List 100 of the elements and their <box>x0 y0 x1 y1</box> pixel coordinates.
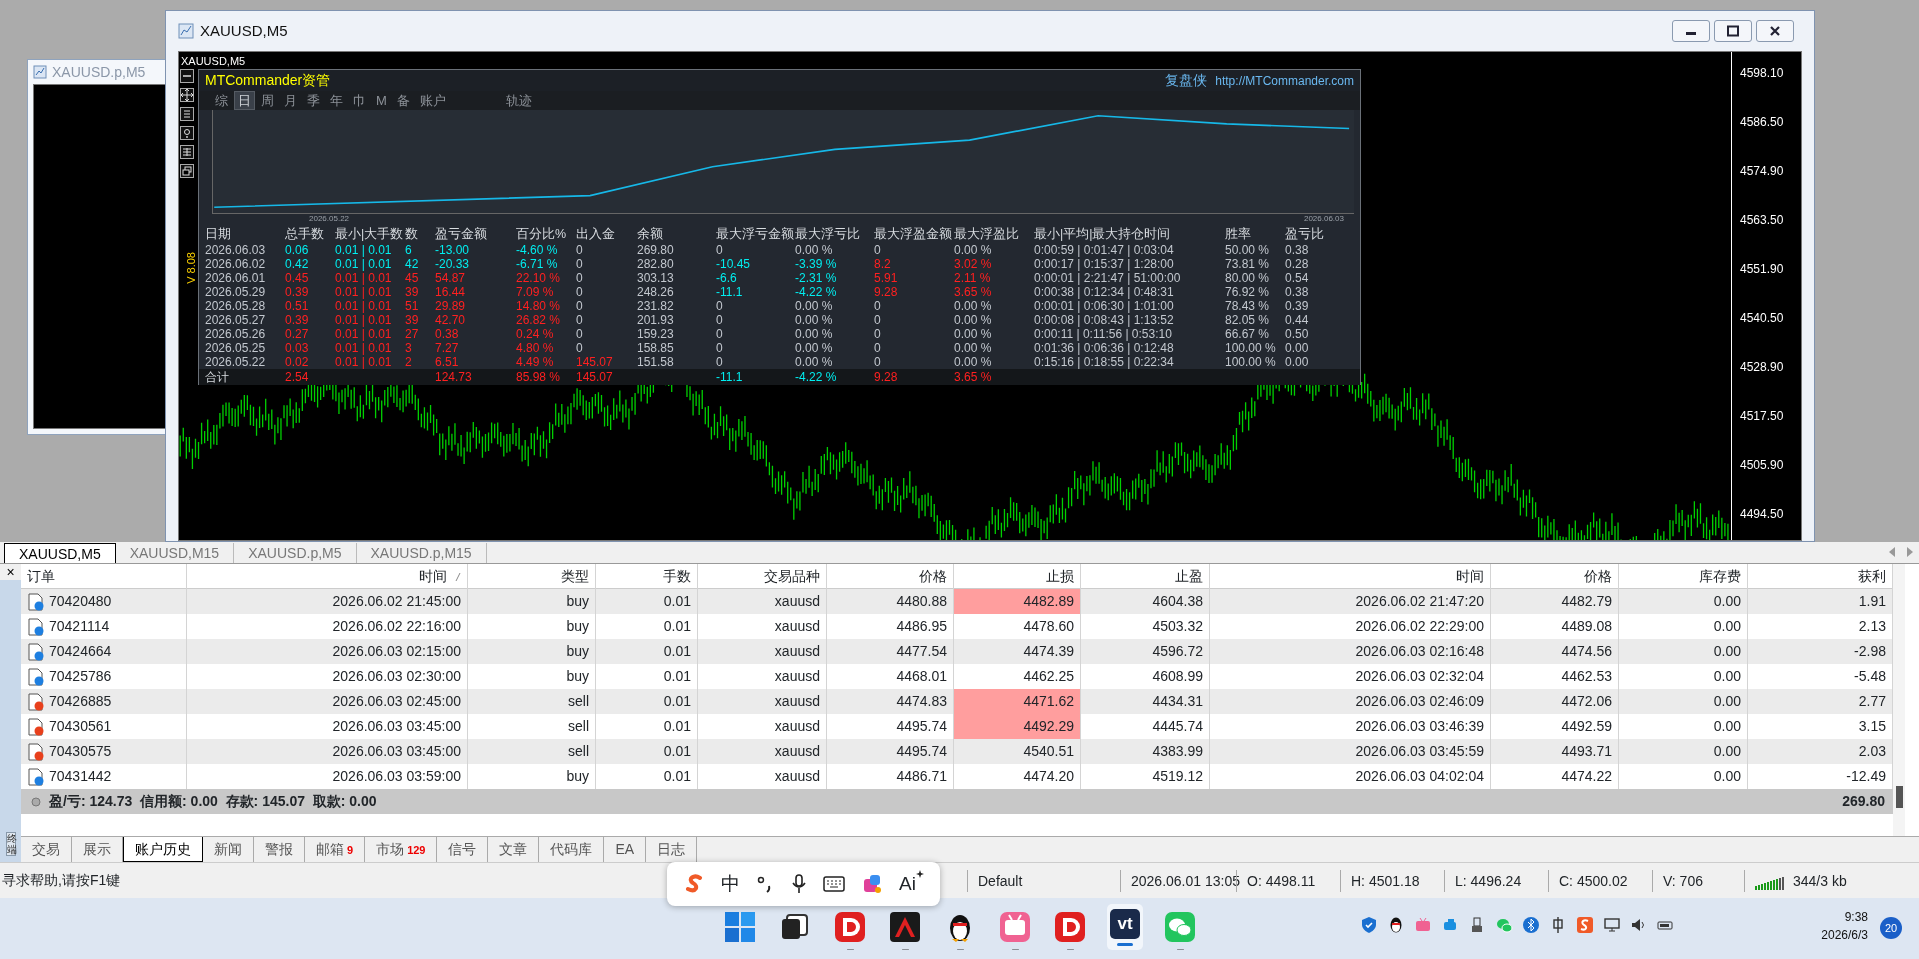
close-icon <box>1768 25 1782 37</box>
period-tab[interactable]: 备 <box>392 91 414 110</box>
table-cell-text: 4.49 % <box>516 355 555 369</box>
scroll-right-icon <box>1907 547 1913 557</box>
column-header[interactable]: 时间 <box>419 564 447 589</box>
table-cell: 4471.62 <box>954 689 1081 714</box>
microphone-icon <box>790 873 807 895</box>
table-cell-text: 0.00 % <box>795 341 834 355</box>
app-icon <box>1052 909 1088 945</box>
sogou-icon <box>1576 916 1594 934</box>
table-cell-text: 22.10 % <box>516 271 562 285</box>
table-cell-text: 6.51 <box>435 355 460 369</box>
period-tab[interactable]: 账户 <box>415 91 450 110</box>
table-cell-text: 303.13 <box>637 271 675 285</box>
table-cell-text: 0.00 <box>1285 355 1310 369</box>
table-cell-text: 0 <box>874 243 882 257</box>
price-label: 4494.50 <box>1739 507 1785 521</box>
table-cell-text: 124.73 <box>435 369 473 385</box>
taskbar-button[interactable]: vt <box>1107 904 1143 950</box>
period-tab[interactable]: 日 <box>234 91 255 110</box>
notification-badge[interactable]: 20 <box>1880 917 1902 939</box>
period-tab[interactable]: 巾 <box>349 91 370 110</box>
table-cell-text: 0 <box>874 327 882 341</box>
chart-tab[interactable]: XAUUSD,M5 <box>4 543 116 563</box>
close-price: C: 4500.02 <box>1548 869 1652 892</box>
table-row[interactable]: 70420480 2026.06.02 21:45:00 buy 0.01 xauusd 4480.88 4482.89 4604.38 2026.06.02 21:47:20 4482.79 0.00 1.91 <box>21 589 1893 614</box>
table-cell-text: 0 <box>716 327 724 341</box>
table-row[interactable]: 70424664 2026.06.03 02:15:00 buy 0.01 xauusd 4477.54 4474.39 4596.72 2026.06.03 02:16:48 4474.56 0.00 -2.98 <box>21 639 1893 664</box>
terminal-tab[interactable]: 账户历史 <box>123 837 203 862</box>
table-cell-text: 0 <box>716 341 724 355</box>
list-icon <box>180 107 194 121</box>
table-cell-text: 201.93 <box>637 313 675 327</box>
chat-icon <box>1495 916 1513 934</box>
ai-button[interactable]: Ai <box>899 869 916 899</box>
column-header: 出入金 <box>576 226 616 243</box>
chart-tab[interactable]: XAUUSD.p,M5 <box>234 543 357 563</box>
table-cell-text: 76.92 % <box>1225 285 1271 299</box>
period-tab[interactable]: 周 <box>257 91 278 110</box>
table-cell-text: 39 <box>405 285 420 299</box>
table-cell-text: -6.71 % <box>516 257 559 271</box>
table-row[interactable]: 70426885 2026.06.03 02:45:00 sell 0.01 xauusd 4474.83 4471.62 4434.31 2026.06.03 02:46:09 4472.06 0.00 2.77 <box>21 689 1893 714</box>
maximize-button[interactable] <box>1714 20 1752 42</box>
chart-icon <box>178 23 194 39</box>
move-icon <box>180 88 194 102</box>
table-cell-text: 27 <box>405 327 420 341</box>
period-tab[interactable]: 季 <box>303 91 324 110</box>
table-cell-text: 6 <box>405 243 413 257</box>
table-cell-text: 3 <box>405 341 413 355</box>
order-number: 70420480 <box>49 592 112 611</box>
table-cell-text: 2026.06.01 <box>205 271 267 285</box>
trail-tab[interactable]: 轨迹 <box>501 91 536 110</box>
chart-tab[interactable]: XAUUSD,M15 <box>115 543 235 563</box>
table-row[interactable]: 70430575 2026.06.03 03:45:00 sell 0.01 xauusd 4495.74 4540.51 4383.99 2026.06.03 03:45:59 4493.71 0.00 2.03 <box>21 739 1893 764</box>
table-cell-text: 85.98 % <box>516 369 562 385</box>
table-cell-text: 0.01 | 0.01 <box>335 313 393 327</box>
close-button[interactable] <box>1756 20 1794 42</box>
order-number: 70426885 <box>49 692 112 711</box>
period-tab[interactable]: 综 <box>211 91 232 110</box>
table-cell-text: 0.06 <box>285 243 310 257</box>
table-cell-text: 0 <box>576 243 584 257</box>
table-cell-text: 9.28 <box>874 369 899 385</box>
profile-name: Default <box>967 869 1120 892</box>
table-cell-text: 269.80 <box>637 243 675 257</box>
period-tab[interactable]: 月 <box>280 91 301 110</box>
running-indicator <box>901 949 909 950</box>
table-cell-text: 82.05 % <box>1225 313 1271 327</box>
table-cell-text: 0.44 <box>1285 313 1310 327</box>
website-link[interactable]: http://MTCommander.com <box>1215 71 1354 90</box>
panel-title: MTCommander资管 <box>205 71 332 90</box>
table-cell-text: 0.51 <box>285 299 310 313</box>
table-cell-text: 0 <box>874 299 882 313</box>
table-cell-text: 0:00:17 | 0:15:37 | 1:28:00 <box>1034 257 1175 271</box>
table-cell-text: 2026.05.26 <box>205 327 267 341</box>
input-mode[interactable]: 中 <box>721 869 741 899</box>
table-cell-text: -6.6 <box>716 271 738 285</box>
table-cell-text: 9.28 <box>874 285 899 299</box>
price-label: 4586.50 <box>1739 115 1785 129</box>
table-cell-text: 0.28 <box>1285 257 1310 271</box>
table-cell: 4492.29 <box>954 714 1081 739</box>
period-tab[interactable]: 年 <box>326 91 347 110</box>
table-cell-text: 26.82 % <box>516 313 562 327</box>
column-header: 最大浮亏金额 <box>716 226 795 243</box>
running-indicator <box>846 949 854 950</box>
close-button[interactable]: × <box>0 564 21 580</box>
minimize-button[interactable] <box>1672 20 1710 42</box>
table-cell-text: 0.45 <box>285 271 310 285</box>
running-indicator <box>1066 949 1074 950</box>
running-indicator <box>1117 943 1133 946</box>
table-cell-text: 0 <box>874 313 882 327</box>
table-cell-text: 0 <box>576 341 584 355</box>
chart-tab[interactable]: XAUUSD.p,M15 <box>356 543 487 563</box>
table-cell-text: 0.01 | 0.01 <box>335 355 393 369</box>
table-cell-text: 0.27 <box>285 327 310 341</box>
table-cell-text: 3.65 % <box>954 369 993 385</box>
table-cell-text: 0.00 % <box>795 299 834 313</box>
chart-icon <box>33 65 47 79</box>
period-tab[interactable]: M <box>372 91 391 110</box>
table-cell-text: 0.01 | 0.01 <box>335 299 393 313</box>
scrollbar-thumb[interactable] <box>1896 786 1903 808</box>
table-cell-text: 0.00 % <box>954 355 993 369</box>
